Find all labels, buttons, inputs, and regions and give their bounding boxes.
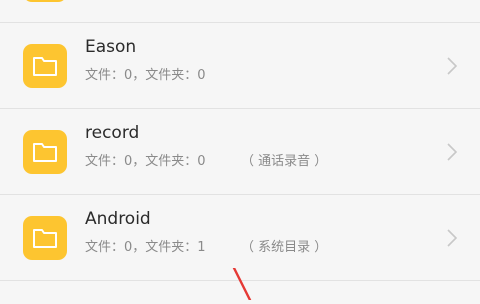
red-pointer-mark (228, 266, 258, 304)
folder-icon (23, 0, 67, 2)
folder-icon (23, 216, 67, 260)
folder-row[interactable] (0, 0, 480, 23)
folder-icon (23, 44, 67, 88)
folder-row-eason[interactable]: Eason 文件：0，文件夹：0 (0, 22, 480, 109)
chevron-right-icon (446, 56, 458, 80)
folder-meta: 文件：0，文件夹：0 (85, 68, 206, 83)
folder-name: Eason (85, 37, 137, 57)
chevron-right-icon (446, 228, 458, 252)
folder-tag: （ 系统目录 ） (241, 240, 328, 255)
folder-icon (23, 130, 67, 174)
folder-name: record (85, 123, 140, 143)
folder-name: Android (85, 209, 151, 229)
folder-meta: 文件：0，文件夹：0 (85, 154, 206, 169)
chevron-right-icon (446, 142, 458, 166)
folder-row-record[interactable]: record 文件：0，文件夹：0 （ 通话录音 ） (0, 108, 480, 195)
folder-meta: 文件：0，文件夹：1 (85, 240, 206, 255)
folder-tag: （ 通话录音 ） (241, 154, 328, 169)
